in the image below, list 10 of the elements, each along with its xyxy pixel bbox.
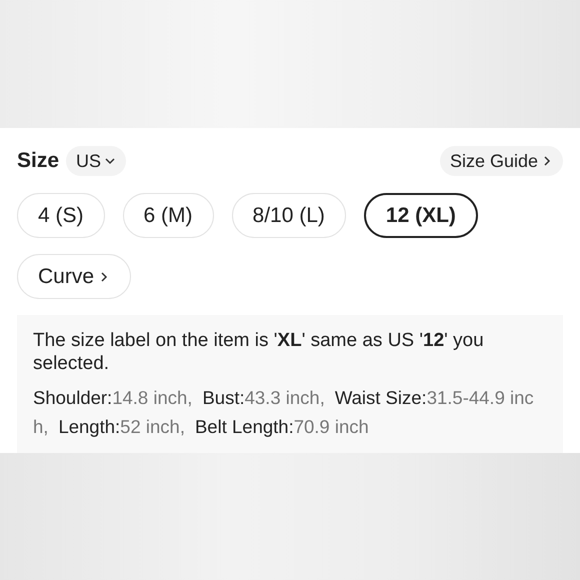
curve-link[interactable]: Curve <box>17 254 132 299</box>
size-option[interactable]: 12 (XL) <box>364 193 478 238</box>
size-guide-link[interactable]: Size Guide <box>440 146 563 176</box>
measurements-text: Shoulder:14.8 inch, Bust:43.3 inch, Waist Size:31.5-44.9 inch, Length:52 inch, Belt Length:70.9 inch <box>33 386 535 439</box>
size-note: The size label on the item is 'XL' same as US '12' you selected. <box>33 329 485 375</box>
size-title: Size <box>17 149 60 173</box>
size-option[interactable]: 4 (S) <box>17 193 105 238</box>
unit-dropdown[interactable]: US <box>66 146 126 176</box>
size-option[interactable]: 8/10 (L) <box>232 193 346 238</box>
size-option[interactable]: 6 (M) <box>122 193 214 238</box>
